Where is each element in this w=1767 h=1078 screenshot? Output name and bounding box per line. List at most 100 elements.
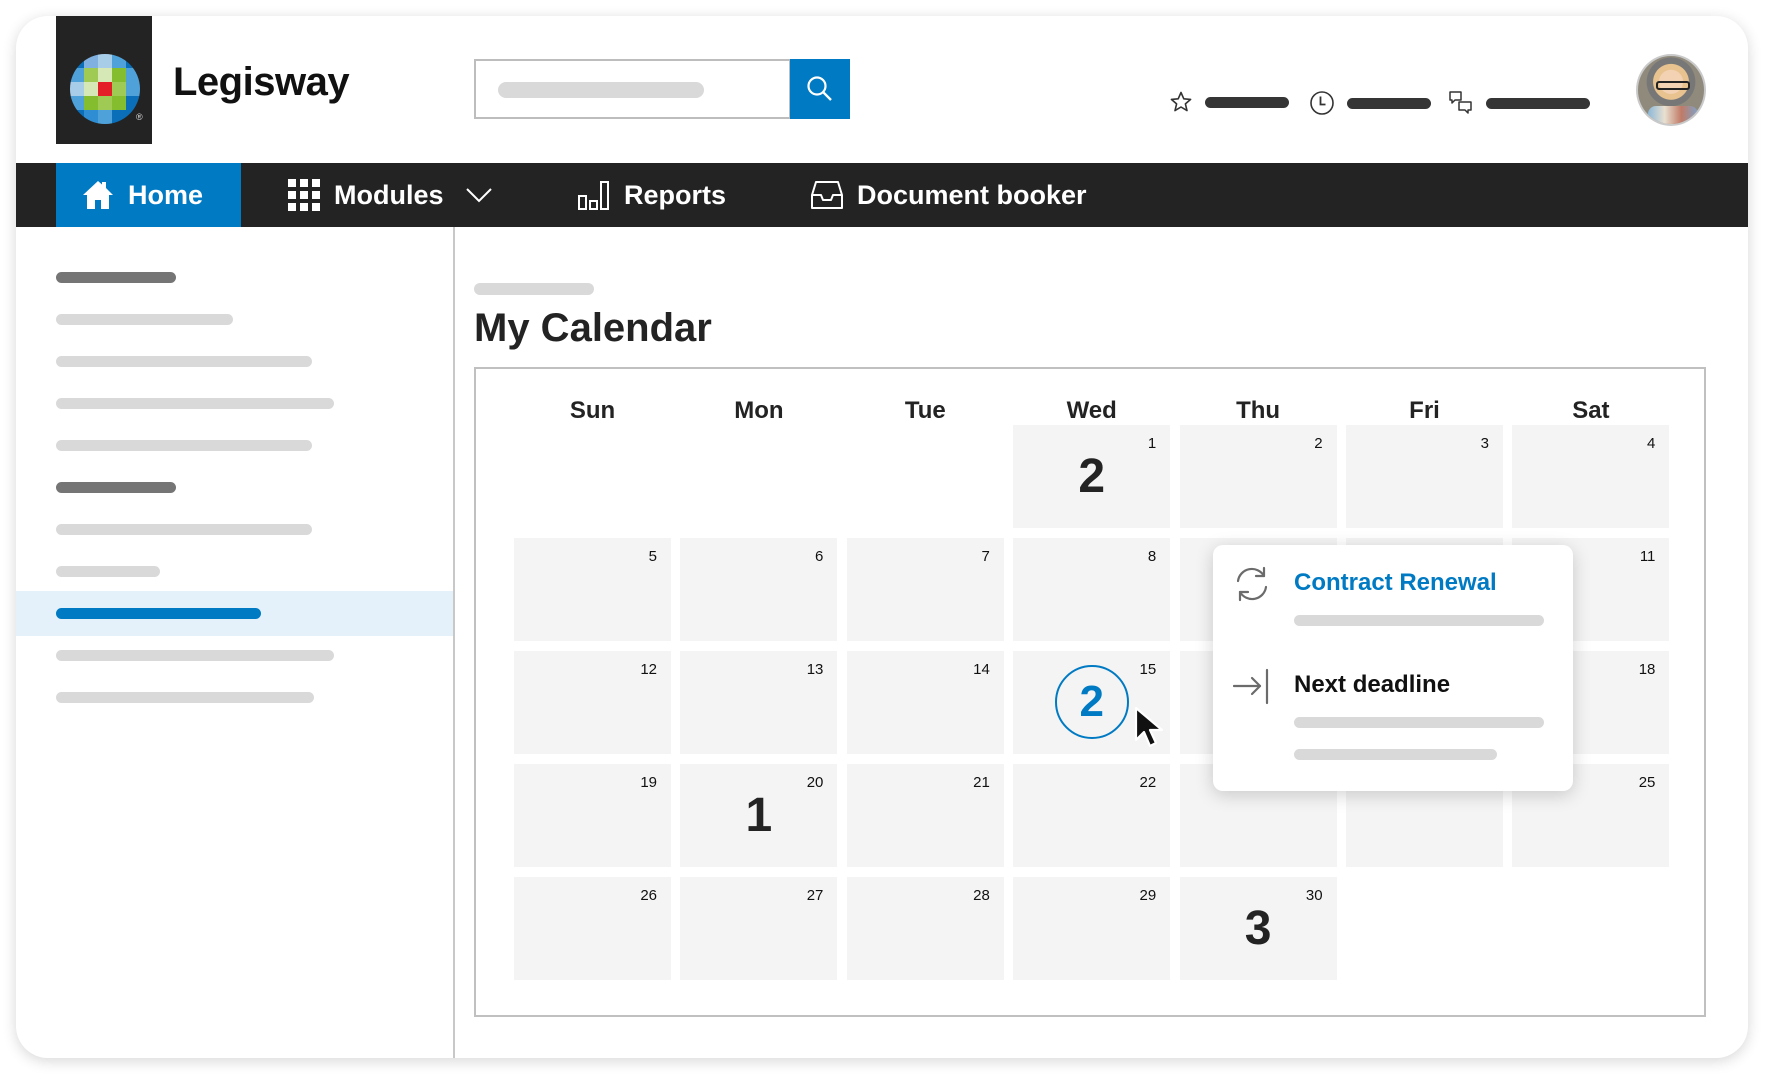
nav-modules-label: Modules [334,179,444,210]
day-number: 4 [1647,435,1656,452]
calendar-day-cell[interactable]: 5 [514,538,671,641]
globe-logo-icon [70,54,140,124]
day-number: 19 [640,774,657,791]
event-count-badge[interactable]: 2 [1054,665,1129,739]
search-button[interactable] [790,59,850,119]
calendar-day-cell[interactable]: 21 [846,764,1004,867]
clock-icon [1310,91,1334,115]
calendar-day-cell[interactable]: 3 [1346,425,1503,528]
event-count-badge[interactable]: 1 [680,788,837,843]
sidebar-item[interactable] [16,339,453,384]
sidebar [16,227,455,1058]
sidebar-item[interactable] [16,675,453,720]
star-icon [1170,91,1192,112]
nav-reports-label: Reports [624,179,727,210]
registered-mark: ® [136,112,143,122]
day-number: 26 [640,887,657,904]
calendar-day-cell[interactable]: 2 [1179,425,1337,528]
app-window: ® Legisway Home Modules Reports Document… [16,16,1748,1058]
search-placeholder [498,82,704,98]
search-icon [807,76,832,101]
popup-detail [1294,717,1544,728]
popup-detail [1294,615,1544,626]
grid-icon [288,179,320,211]
sidebar-item[interactable] [16,297,453,342]
day-number: 3 [1480,435,1489,452]
calendar-day-cell[interactable]: 12 [1013,425,1171,528]
day-number: 27 [806,887,824,904]
weekday-header: Fri [1409,397,1440,424]
chat-bubbles-icon [1449,91,1472,114]
event-count-badge[interactable]: 3 [1180,901,1337,956]
calendar-day-cell[interactable]: 6 [680,538,838,641]
day-number: 22 [1139,774,1157,791]
page-title: My Calendar [474,306,712,350]
calendar-day-cell[interactable]: 14 [846,651,1004,754]
day-number: 13 [806,661,824,678]
weekday-header: Sun [569,397,616,424]
brand-name: Legisway [173,60,350,104]
calendar-day-cell[interactable]: 19 [514,764,671,867]
nav-document-booker-label: Document booker [857,179,1087,210]
sidebar-item[interactable] [16,507,453,552]
logo[interactable]: ® [56,16,152,144]
day-number: 12 [640,661,657,678]
sidebar-heading [16,465,453,510]
refresh-cycle-icon [1233,565,1271,608]
day-number: 18 [1638,661,1656,678]
mouse-cursor-icon [1134,706,1164,748]
calendar-day-cell[interactable]: 29 [1013,877,1171,980]
sidebar-item[interactable] [16,381,453,426]
day-number: 7 [981,548,990,565]
messages-link[interactable] [1448,90,1590,116]
calendar-day-cell[interactable]: 26 [514,877,671,980]
arrow-to-line-icon [1232,667,1271,710]
messages-label [1486,97,1590,109]
calendar-day-cell[interactable]: 20 1 [680,764,838,867]
nav-modules[interactable]: Modules [288,163,492,227]
day-number: 25 [1638,774,1656,791]
sidebar-item-selected[interactable] [16,591,453,636]
calendar-day-cell[interactable]: 8 [1013,538,1171,641]
nav-home[interactable]: Home [56,163,241,227]
calendar-day-cell[interactable]: 28 [846,877,1004,980]
user-avatar[interactable] [1636,54,1706,126]
day-number: 6 [815,548,824,565]
favorites-label [1205,96,1289,108]
recent-label [1347,97,1431,109]
recent-link[interactable] [1309,90,1431,116]
day-number: 29 [1139,887,1157,904]
favorites-link[interactable] [1169,90,1289,114]
sidebar-item[interactable] [16,633,453,678]
chevron-down-icon [465,187,492,203]
search-input[interactable] [474,59,791,119]
popup-title-next-deadline[interactable]: Next deadline [1294,671,1450,699]
popup-title-contract-renewal[interactable]: Contract Renewal [1294,569,1497,597]
nav-document-booker[interactable]: Document booker [811,163,1087,227]
weekday-header: Sat [1572,397,1610,424]
sidebar-heading [16,255,453,300]
calendar-day-cell[interactable]: 30 3 [1179,877,1337,980]
breadcrumb[interactable] [474,283,594,295]
calendar-day-cell[interactable]: 7 [846,538,1004,641]
bar-chart-icon [578,180,610,210]
nav-reports[interactable]: Reports [578,163,726,227]
popup-detail [1294,749,1497,760]
inbox-tray-icon [811,180,843,210]
calendar-day-cell[interactable]: 4 [1512,425,1670,528]
calendar-day-cell[interactable]: 22 [1013,764,1171,867]
nav-home-label: Home [128,179,204,210]
sidebar-item[interactable] [16,423,453,468]
home-icon [82,180,114,210]
calendar-day-cell[interactable]: 27 [680,877,838,980]
calendar-day-cell[interactable]: 12 [514,651,671,754]
sidebar-item[interactable] [16,549,453,594]
event-popup: Contract Renewal Next deadline [1213,545,1573,791]
calendar-day-cell[interactable]: 13 [680,651,838,754]
day-number: 8 [1147,548,1157,565]
main-nav: Home Modules Reports Document booker [16,163,1748,227]
weekday-header: Tue [904,397,946,424]
weekday-header: Thu [1236,397,1281,424]
weekday-header: Wed [1066,397,1117,424]
event-count-badge[interactable]: 2 [1013,449,1170,504]
